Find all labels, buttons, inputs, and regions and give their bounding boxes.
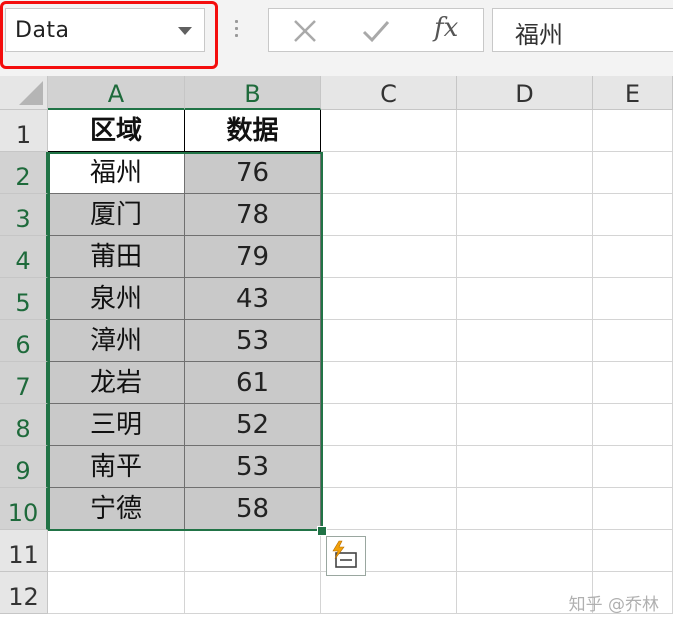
empty-cell[interactable] (457, 488, 593, 530)
empty-cell[interactable] (593, 362, 673, 404)
region-cell[interactable]: 龙岩 (48, 362, 185, 404)
select-all-triangle-icon (19, 81, 43, 105)
empty-cell[interactable] (321, 488, 457, 530)
value-cell[interactable]: 61 (185, 362, 321, 404)
formula-bar-area: Data fx 福州 (0, 0, 673, 76)
column-header-a[interactable]: A (48, 76, 185, 110)
value-cell[interactable]: 53 (185, 320, 321, 362)
row-header-4[interactable]: 4 (0, 236, 48, 278)
value-cell[interactable]: 52 (185, 404, 321, 446)
row-header-2[interactable]: 2 (0, 152, 48, 194)
value-cell[interactable]: 43 (185, 278, 321, 320)
empty-cell[interactable] (593, 404, 673, 446)
column-header-e[interactable]: E (593, 76, 673, 110)
empty-cell[interactable] (593, 194, 673, 236)
row-header-10[interactable]: 10 (0, 488, 48, 530)
empty-cell[interactable] (457, 110, 593, 152)
select-all-button[interactable] (0, 76, 48, 110)
column-header-c[interactable]: C (321, 76, 457, 110)
row-header-9[interactable]: 9 (0, 446, 48, 488)
formula-value[interactable]: 福州 (515, 15, 563, 50)
region-cell[interactable]: 福州 (48, 152, 185, 194)
empty-cell[interactable] (321, 404, 457, 446)
value-cell[interactable]: 76 (185, 152, 321, 194)
empty-cell[interactable] (593, 530, 673, 572)
empty-cell[interactable] (457, 194, 593, 236)
value-cell[interactable]: 78 (185, 194, 321, 236)
empty-cell[interactable] (321, 320, 457, 362)
value-cell[interactable]: 53 (185, 446, 321, 488)
empty-cell[interactable] (321, 236, 457, 278)
row-header-11[interactable]: 11 (0, 530, 48, 572)
empty-cell[interactable] (321, 446, 457, 488)
empty-cell[interactable] (457, 530, 593, 572)
empty-cell[interactable] (593, 446, 673, 488)
empty-cell[interactable] (321, 362, 457, 404)
region-cell[interactable]: 漳州 (48, 320, 185, 362)
region-cell[interactable]: 南平 (48, 446, 185, 488)
empty-cell[interactable] (457, 320, 593, 362)
empty-cell[interactable] (593, 278, 673, 320)
empty-cell[interactable] (321, 278, 457, 320)
formula-buttons: fx (268, 8, 484, 52)
row-header-3[interactable]: 3 (0, 194, 48, 236)
region-cell[interactable]: 宁德 (48, 488, 185, 530)
empty-cell[interactable] (457, 278, 593, 320)
quick-analysis-button[interactable] (326, 536, 366, 576)
empty-cell[interactable] (48, 530, 185, 572)
row-header-8[interactable]: 8 (0, 404, 48, 446)
empty-cell[interactable] (321, 152, 457, 194)
row-header-1[interactable]: 1 (0, 110, 48, 152)
empty-cell[interactable] (321, 572, 457, 614)
insert-function-icon[interactable]: fx (434, 13, 458, 43)
empty-cell[interactable] (185, 572, 321, 614)
empty-cell[interactable] (457, 152, 593, 194)
empty-cell[interactable] (593, 320, 673, 362)
cancel-icon[interactable] (291, 17, 319, 45)
empty-cell[interactable] (321, 110, 457, 152)
column-header-d[interactable]: D (457, 76, 593, 110)
empty-cell[interactable] (457, 362, 593, 404)
region-cell[interactable]: 三明 (48, 404, 185, 446)
check-icon[interactable] (361, 17, 391, 45)
row-header-12[interactable]: 12 (0, 572, 48, 614)
empty-cell[interactable] (321, 194, 457, 236)
region-cell[interactable]: 泉州 (48, 278, 185, 320)
row-header-7[interactable]: 7 (0, 362, 48, 404)
watermark: 知乎 @乔林 (568, 595, 659, 615)
empty-cell[interactable] (593, 110, 673, 152)
empty-cell[interactable] (48, 572, 185, 614)
empty-cell[interactable] (593, 152, 673, 194)
empty-cell[interactable] (457, 404, 593, 446)
empty-cell[interactable] (185, 530, 321, 572)
row-header-5[interactable]: 5 (0, 278, 48, 320)
column-header-b[interactable]: B (185, 76, 321, 110)
empty-cell[interactable] (593, 236, 673, 278)
value-cell[interactable]: 79 (185, 236, 321, 278)
quick-analysis-icon (332, 540, 357, 568)
fill-handle[interactable] (317, 526, 327, 536)
empty-cell[interactable] (457, 446, 593, 488)
table-header-cell[interactable]: 区域 (48, 110, 185, 152)
formula-input[interactable]: 福州 (492, 8, 673, 52)
table-header-cell[interactable]: 数据 (185, 110, 321, 152)
name-box-highlight (0, 1, 218, 69)
drag-handle-icon[interactable] (235, 20, 239, 42)
region-cell[interactable]: 厦门 (48, 194, 185, 236)
row-header-6[interactable]: 6 (0, 320, 48, 362)
value-cell[interactable]: 58 (185, 488, 321, 530)
region-cell[interactable]: 莆田 (48, 236, 185, 278)
empty-cell[interactable] (593, 488, 673, 530)
empty-cell[interactable] (457, 236, 593, 278)
